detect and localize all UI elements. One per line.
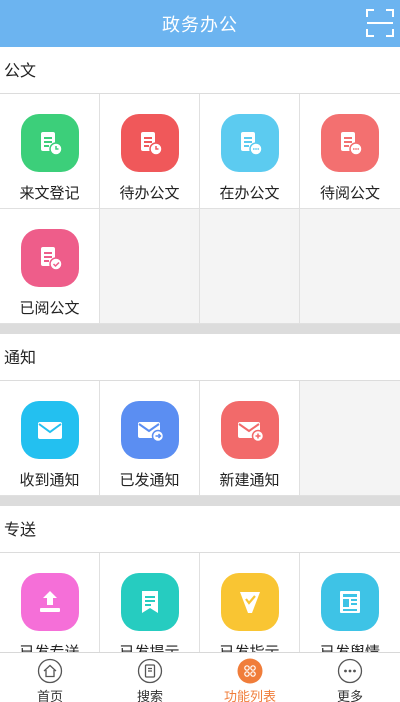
envelope-arrow-icon: [120, 401, 179, 459]
function-item-label: 已发舆情: [319, 643, 380, 652]
bookmark-list-icon: [120, 573, 179, 631]
function-item[interactable]: 待阅公文: [300, 94, 400, 209]
tab-label: 首页: [36, 690, 63, 702]
function-item[interactable]: 已阅公文: [0, 209, 100, 324]
function-item-label: 来文登记: [19, 184, 80, 202]
function-item[interactable]: 已发提示: [100, 553, 200, 652]
section-title: 专送: [0, 506, 400, 553]
section-title: 公文: [0, 47, 400, 94]
section: 专送已发专送 已发提示 已发指示 已发舆情: [0, 506, 400, 652]
section-title: 通知: [0, 334, 400, 381]
function-item[interactable]: 待办公文: [100, 94, 200, 209]
function-item-label: 已发通知: [119, 471, 180, 489]
tab-label: 功能列表: [223, 690, 276, 702]
flag-check-icon: [220, 573, 279, 631]
scan-icon: [366, 9, 394, 37]
tab-item[interactable]: 功能列表: [200, 653, 300, 702]
page-title: 政务办公: [162, 14, 238, 36]
newspaper-icon: [321, 573, 379, 631]
document-clock-icon: [20, 114, 79, 172]
bottom-tab-bar: 首页 搜索 功能列表 更多: [0, 652, 400, 702]
empty-cell: [200, 209, 300, 324]
search-doc-icon: [137, 658, 163, 684]
document-clock-icon: [120, 114, 179, 172]
function-grid: 来文登记 待办公文 在办公文 待阅公文已阅公文: [0, 94, 400, 324]
more-icon: [337, 658, 363, 684]
upload-icon: [20, 573, 79, 631]
app-root: 政务办公 公文来文登记 待办公文 在办公文 待阅公文已阅公文通知收到通知 已发通知 新建通…: [0, 0, 400, 702]
section-divider: [0, 324, 400, 334]
function-item[interactable]: 已发舆情: [300, 553, 400, 652]
document-dots-icon: [321, 114, 379, 172]
function-item-label: 在办公文: [219, 184, 280, 202]
tab-label: 更多: [336, 690, 363, 702]
function-item[interactable]: 新建通知: [200, 381, 300, 496]
function-item[interactable]: 已发通知: [100, 381, 200, 496]
function-item-label: 已发提示: [119, 643, 180, 652]
top-bar: 政务办公: [0, 0, 400, 47]
function-item[interactable]: 来文登记: [0, 94, 100, 209]
function-grid: 已发专送 已发提示 已发指示 已发舆情: [0, 553, 400, 652]
empty-cell: [300, 209, 400, 324]
tab-label: 搜索: [136, 690, 163, 702]
function-item-label: 收到通知: [19, 471, 80, 489]
tab-item[interactable]: 搜索: [100, 653, 200, 702]
home-icon: [37, 658, 63, 684]
function-grid-icon: [237, 658, 263, 684]
scan-button[interactable]: [364, 7, 396, 39]
empty-cell: [300, 381, 400, 496]
function-item[interactable]: 收到通知: [0, 381, 100, 496]
tab-item[interactable]: 首页: [0, 653, 100, 702]
function-list: 公文 来文登记 待办公文 在办公文 待阅公文 已阅公文 通知 收到通知 已发通知 新建通知 专送 已发…: [0, 47, 400, 652]
tab-item[interactable]: 更多: [300, 653, 400, 702]
function-item-label: 待阅公文: [319, 184, 380, 202]
envelope-icon: [20, 401, 79, 459]
empty-cell: [100, 209, 200, 324]
function-item-label: 已发专送: [19, 643, 80, 652]
document-dots-icon: [220, 114, 279, 172]
envelope-plus-icon: [220, 401, 279, 459]
document-check-icon: [20, 229, 79, 287]
function-item-label: 新建通知: [219, 471, 280, 489]
function-grid: 收到通知 已发通知 新建通知: [0, 381, 400, 496]
section: 通知收到通知 已发通知 新建通知: [0, 334, 400, 496]
function-item-label: 已发指示: [219, 643, 280, 652]
function-item[interactable]: 已发专送: [0, 553, 100, 652]
section: 公文来文登记 待办公文 在办公文 待阅公文已阅公文: [0, 47, 400, 324]
function-item[interactable]: 在办公文: [200, 94, 300, 209]
function-item-label: 待办公文: [119, 184, 180, 202]
section-divider: [0, 496, 400, 506]
function-item-label: 已阅公文: [19, 299, 80, 317]
function-item[interactable]: 已发指示: [200, 553, 300, 652]
